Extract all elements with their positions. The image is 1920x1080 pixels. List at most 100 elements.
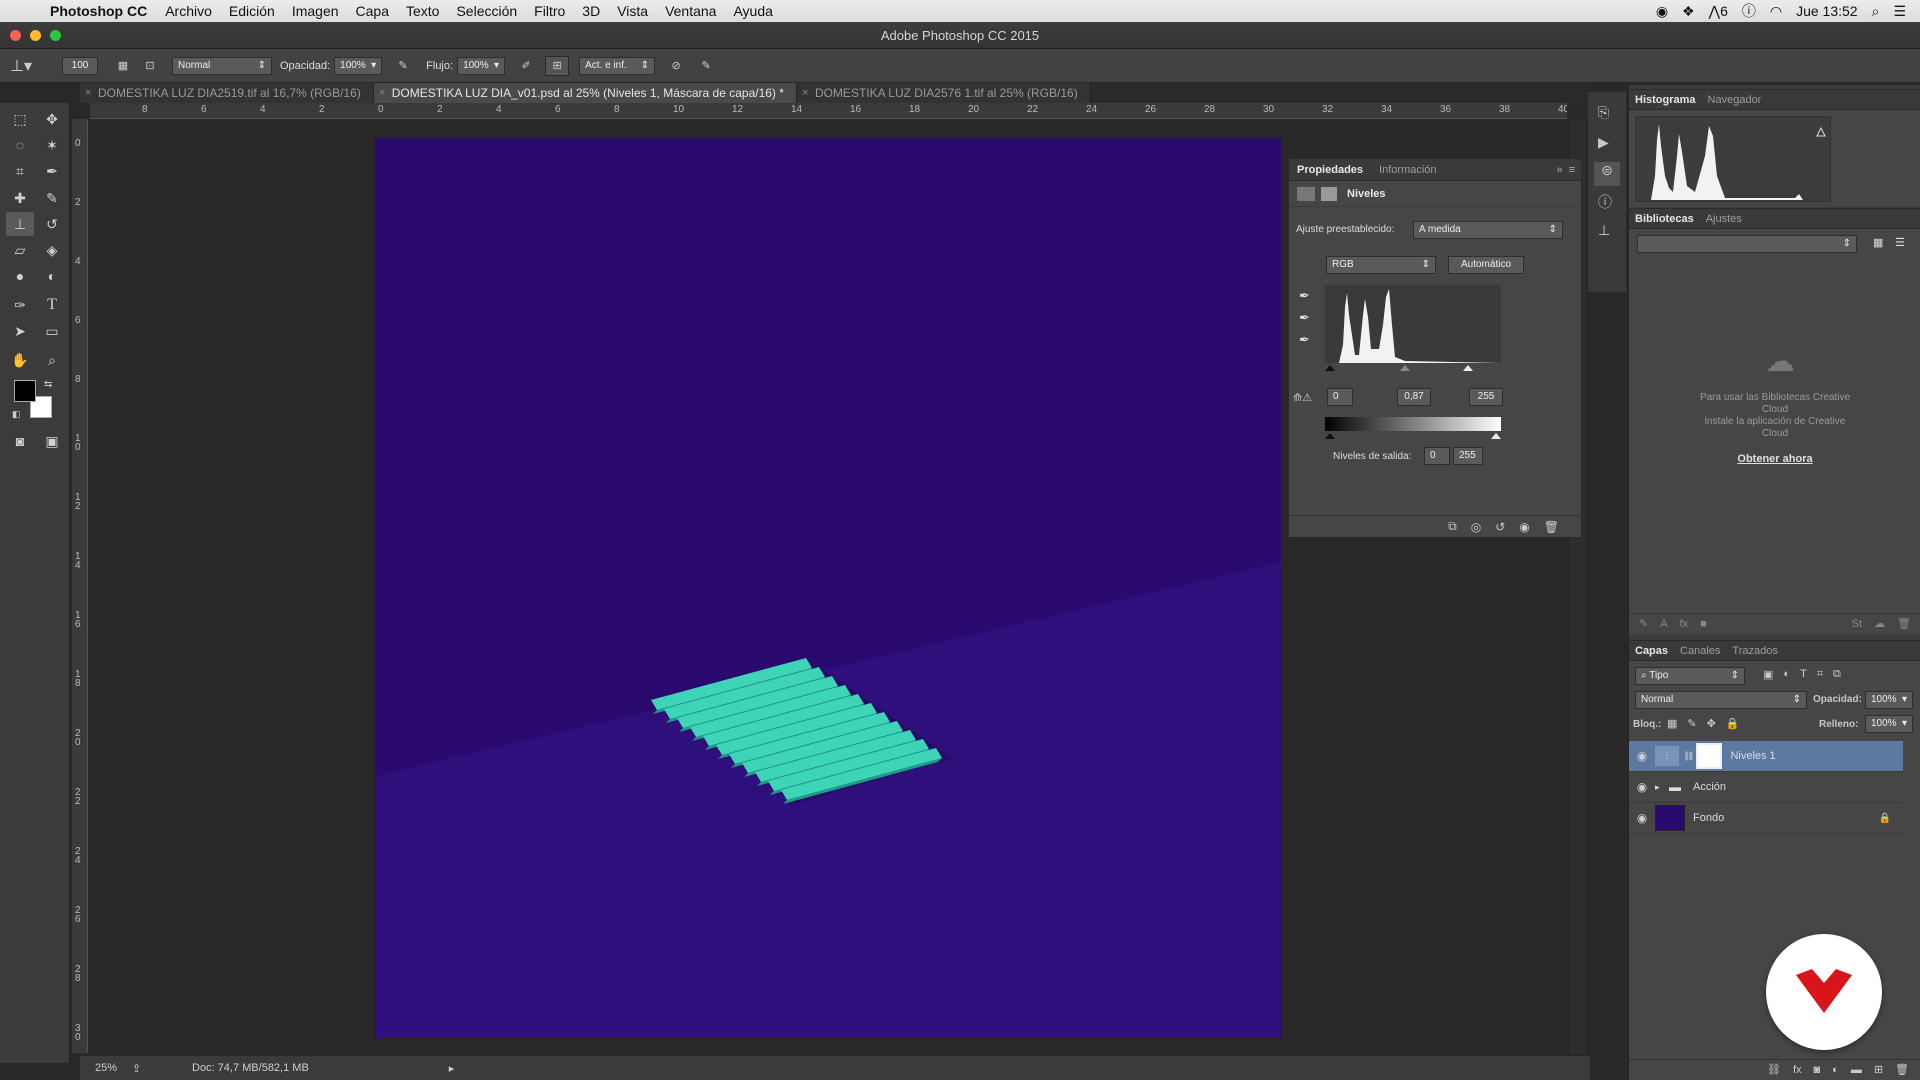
clone-source-icon[interactable]: ⊡ [138, 59, 162, 72]
mask-link-icon[interactable]: ⛓ [1683, 751, 1694, 762]
tab-document-2[interactable]: × DOMESTIKA LUZ DIA_v01.psd al 25% (Nivel… [373, 83, 797, 103]
blur-tool-icon[interactable]: ● [6, 264, 34, 288]
status-menu-arrow-icon[interactable]: ▸ [449, 1062, 455, 1075]
input-gamma-field[interactable]: 0,87 [1397, 388, 1431, 406]
grid-view-icon[interactable]: ▦ [1873, 236, 1883, 249]
delete-adjustment-icon[interactable]: 🗑 [1544, 520, 1559, 534]
link-layers-icon[interactable]: ⛓ [1767, 1063, 1781, 1076]
pen-tool-icon[interactable]: ✑ [6, 293, 34, 317]
notifications-icon[interactable]: ☰ [1893, 3, 1906, 20]
brush-panel-icon[interactable]: ▦ [108, 59, 138, 72]
crop-tool-icon[interactable]: ⌗ [6, 159, 34, 183]
clone-source-panel-icon[interactable]: ⊥ [1598, 222, 1610, 239]
fill-input[interactable]: 100% ▾ [1865, 715, 1913, 733]
close-window-button[interactable] [10, 30, 21, 41]
path-selection-tool-icon[interactable]: ➤ [6, 319, 34, 343]
screen-mode-icon[interactable]: ▣ [38, 429, 66, 453]
menu-ayuda[interactable]: Ayuda [733, 3, 772, 19]
close-tab-icon[interactable]: × [85, 83, 91, 103]
tab-histograma[interactable]: Histograma [1629, 94, 1702, 106]
menu-imagen[interactable]: Imagen [292, 3, 339, 19]
stock-icon[interactable]: St [1852, 618, 1862, 630]
toggle-visibility-icon[interactable]: ◉ [1519, 520, 1529, 534]
zoom-level[interactable]: 25% [80, 1062, 132, 1074]
flow-input[interactable]: 100% ▾ [457, 56, 506, 75]
preset-select[interactable]: A medida ⇕ [1413, 221, 1563, 239]
zoom-tool-icon[interactable]: ⌕ [38, 348, 66, 372]
tab-ajustes[interactable]: Ajustes [1700, 213, 1748, 225]
eyedropper-tool-icon[interactable]: ✒ [38, 159, 66, 183]
clone-stamp-tool-icon[interactable]: ⊥ [6, 212, 34, 236]
pressure-size-icon[interactable]: ✎ [691, 59, 721, 72]
visibility-eye-icon[interactable]: ◉ [1629, 749, 1655, 763]
actions-panel-icon[interactable]: ▶ [1598, 134, 1609, 151]
clipping-warning-icon[interactable]: ⟰⚠ [1293, 391, 1312, 404]
airbrush-icon[interactable]: ✐ [511, 59, 541, 72]
tab-trazados[interactable]: Trazados [1726, 645, 1783, 657]
history-brush-tool-icon[interactable]: ↺ [38, 212, 66, 236]
sync-icon[interactable]: ☁ [1874, 617, 1885, 630]
layer-mask-icon[interactable] [1321, 186, 1337, 201]
tab-canales[interactable]: Canales [1674, 645, 1726, 657]
default-colors-icon[interactable]: ◧ [12, 409, 21, 420]
tab-capas[interactable]: Capas [1629, 645, 1674, 657]
tab-bibliotecas[interactable]: Bibliotecas [1629, 213, 1700, 225]
info-icon[interactable]: ⓘ [1742, 1, 1756, 21]
info-panel-icon[interactable]: ⓘ [1598, 192, 1612, 212]
add-text-style-icon[interactable]: A [1660, 618, 1667, 630]
add-brush-icon[interactable]: ✎ [1639, 617, 1648, 630]
layer-mask-thumbnail[interactable] [1696, 743, 1723, 769]
marquee-tool-icon[interactable]: ⬚ [6, 107, 34, 131]
layer-row[interactable]: ◉ ▸ ▬ Acción [1629, 772, 1903, 803]
pressure-opacity-icon[interactable]: ✎ [388, 59, 418, 72]
minimize-window-button[interactable] [30, 30, 41, 41]
clip-to-layer-icon[interactable]: ⧉ [1448, 519, 1457, 534]
tab-propiedades[interactable]: Propiedades [1289, 164, 1371, 176]
move-tool-icon[interactable]: ✥ [38, 107, 66, 131]
layer-filter-select[interactable]: ⌕ Tipo ⇕ [1635, 667, 1745, 685]
document-canvas[interactable] [375, 138, 1281, 1038]
brush-size-picker[interactable]: 100 [62, 56, 98, 75]
layer-row[interactable]: ◉ ⫶ ⛓ Niveles 1 [1629, 741, 1903, 772]
input-gamma-slider[interactable] [1400, 365, 1410, 371]
history-panel-icon[interactable]: ⎘ [1598, 104, 1609, 121]
new-layer-icon[interactable]: ⊞ [1874, 1063, 1883, 1076]
delete-layer-icon[interactable]: 🗑 [1895, 1063, 1909, 1076]
output-black-field[interactable]: 0 [1424, 447, 1450, 465]
wifi-icon[interactable]: ◠ [1770, 3, 1782, 20]
filter-type-icon[interactable]: T [1800, 668, 1807, 681]
layer-name[interactable]: Acción [1693, 781, 1726, 793]
panel-collapse-icon[interactable]: » [1556, 164, 1562, 176]
add-color-icon[interactable]: ■ [1700, 618, 1707, 630]
menu-vista[interactable]: Vista [617, 3, 648, 19]
clock[interactable]: Jue 13:52 [1796, 3, 1858, 19]
zoom-window-button[interactable] [50, 30, 61, 41]
rectangle-tool-icon[interactable]: ▭ [38, 319, 66, 343]
tab-navegador[interactable]: Navegador [1702, 94, 1768, 106]
lasso-tool-icon[interactable]: ◌ [6, 133, 34, 157]
export-icon[interactable]: ⇪ [132, 1062, 162, 1075]
dropbox-icon[interactable]: ❖ [1682, 3, 1695, 20]
new-group-icon[interactable]: ▬ [1851, 1064, 1862, 1076]
type-tool-icon[interactable]: T [38, 293, 66, 317]
ignore-adjustment-icon[interactable]: ⊘ [661, 59, 691, 72]
levels-adjustment-icon[interactable] [1297, 186, 1315, 201]
layer-row[interactable]: ◉ Fondo 🔒 [1629, 803, 1903, 834]
layer-name[interactable]: Fondo [1693, 812, 1724, 824]
library-select[interactable]: ⇕ [1637, 235, 1857, 253]
tab-informacion[interactable]: Información [1371, 164, 1444, 176]
quick-mask-icon[interactable]: ◙ [6, 429, 34, 453]
swap-colors-icon[interactable]: ⇆ [44, 379, 52, 390]
menu-seleccion[interactable]: Selección [456, 3, 517, 19]
black-point-eyedropper-icon[interactable]: ✒ [1299, 285, 1310, 307]
menu-filtro[interactable]: Filtro [534, 3, 565, 19]
adobe-status[interactable]: ⋀6 [1709, 3, 1728, 20]
delete-library-icon[interactable]: 🗑 [1897, 617, 1911, 630]
gray-point-eyedropper-icon[interactable]: ✒ [1299, 307, 1310, 329]
input-white-slider[interactable] [1463, 365, 1473, 371]
lock-pixels-icon[interactable]: ✎ [1687, 717, 1696, 730]
layer-opacity-input[interactable]: 100% ▾ [1865, 691, 1913, 709]
filter-shape-icon[interactable]: ⌗ [1817, 668, 1823, 681]
aligned-toggle[interactable]: ⊞ [545, 55, 570, 76]
visibility-eye-icon[interactable]: ◉ [1629, 811, 1655, 825]
